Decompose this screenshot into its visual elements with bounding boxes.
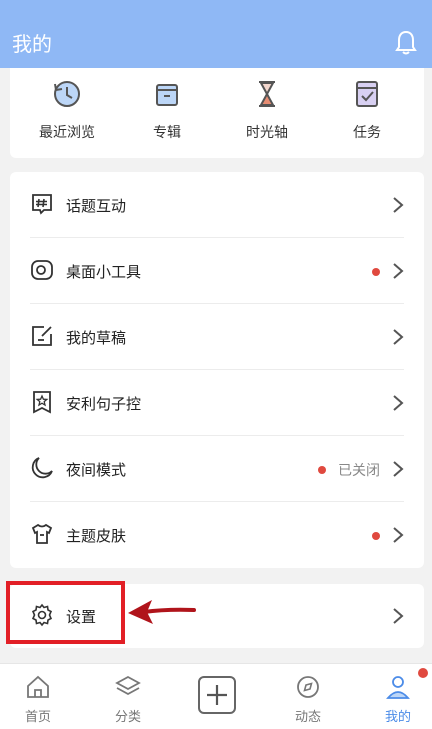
tab-label: 分类 [114,710,141,725]
tab-label: 动态 [294,710,321,725]
topic-hash-icon [32,194,52,215]
home-icon [27,675,49,698]
quick-album[interactable]: 专辑 [122,78,212,142]
chevron-right-icon [393,263,404,279]
notification-dot [372,268,380,276]
tab-feed[interactable]: 动态 [278,674,338,725]
layers-icon [115,675,141,696]
highlight-box [6,581,125,644]
tab-category[interactable]: 分类 [98,674,158,725]
chevron-right-icon [393,608,404,624]
menu-item-recommend[interactable]: 安利句子控 [10,370,424,436]
chevron-right-icon [393,329,404,345]
user-icon [386,676,410,699]
tab-label: 首页 [24,710,51,725]
menu-item-label: 我的草稿 [66,329,127,347]
shirt-icon [31,523,53,544]
menu-item-topic[interactable]: 话题互动 [10,172,424,238]
chevron-right-icon [393,395,404,411]
tab-home[interactable]: 首页 [8,674,68,725]
notification-badge [418,668,428,678]
chevron-right-icon [393,527,404,543]
menu-item-night-mode[interactable]: 夜间模式 已关闭 [10,436,424,502]
quick-recent[interactable]: 最近浏览 [22,78,112,142]
night-mode-status: 已关闭 [338,463,380,479]
quick-label: 最近浏览 [39,125,95,141]
star-bookmark-icon [33,391,51,414]
bell-icon[interactable] [394,30,418,56]
notification-dot [372,532,380,540]
menu-item-drafts[interactable]: 我的草稿 [10,304,424,370]
plus-icon [207,685,227,705]
notification-dot [318,466,326,474]
quick-label: 专辑 [153,125,181,141]
quick-label: 时光轴 [246,125,288,141]
menu-item-theme[interactable]: 主题皮肤 [10,502,424,568]
quick-label: 任务 [353,125,381,141]
page-title: 我的 [12,32,52,56]
compass-icon [297,676,319,698]
history-clock-icon [54,81,80,107]
menu-item-label: 安利句子控 [66,395,142,413]
menu-item-label: 桌面小工具 [66,263,142,281]
menu-list: 话题互动 桌面小工具 我的草稿 安利句子控 夜间模式 已关闭 主题皮肤 [10,172,424,568]
draft-edit-icon [32,326,52,346]
moon-icon [31,457,53,479]
quick-task[interactable]: 任务 [322,78,412,142]
arrow-left-icon [128,600,196,624]
task-checklist-icon [356,81,378,107]
chevron-right-icon [393,197,404,213]
widget-icon [31,260,53,280]
bottom-tab-bar: 首页 分类 动态 我的 [0,663,432,729]
chevron-right-icon [393,461,404,477]
quick-actions-card: 最近浏览 专辑 时光轴 任务 [10,68,424,158]
hourglass-icon [259,81,275,107]
quick-timeline[interactable]: 时光轴 [222,78,312,142]
menu-item-widget[interactable]: 桌面小工具 [10,238,424,304]
app-header: 我的 [0,0,432,68]
menu-item-label: 夜间模式 [66,461,127,479]
tab-label: 我的 [384,710,411,725]
menu-item-label: 话题互动 [66,197,127,215]
tab-mine[interactable]: 我的 [368,674,428,725]
menu-item-label: 主题皮肤 [66,527,127,545]
album-box-icon [156,84,178,106]
add-button[interactable] [198,676,236,714]
